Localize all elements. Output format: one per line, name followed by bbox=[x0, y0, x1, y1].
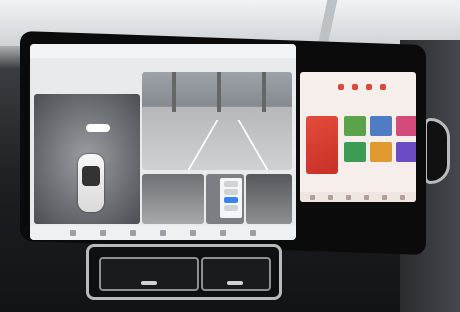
radio-icon[interactable] bbox=[366, 84, 372, 90]
right-header bbox=[308, 84, 408, 94]
right-dock bbox=[300, 192, 416, 202]
car-icon[interactable] bbox=[400, 195, 405, 200]
home-icon[interactable] bbox=[70, 230, 76, 236]
nav-icon[interactable] bbox=[190, 230, 196, 236]
car-top-view bbox=[78, 154, 104, 212]
front-camera-view[interactable] bbox=[142, 72, 292, 170]
center-air-vent bbox=[86, 244, 282, 300]
left-display[interactable] bbox=[30, 44, 296, 240]
phone-icon[interactable] bbox=[130, 230, 136, 236]
media-card[interactable] bbox=[396, 116, 416, 136]
status-bar bbox=[30, 44, 296, 58]
phone-icon[interactable] bbox=[364, 195, 369, 200]
vent-slot-right bbox=[201, 257, 271, 291]
home-icon[interactable] bbox=[310, 195, 315, 200]
media-icon[interactable] bbox=[352, 84, 358, 90]
side-air-vent bbox=[424, 118, 450, 184]
media-card[interactable] bbox=[344, 116, 366, 136]
guide-line-right bbox=[237, 120, 269, 170]
camera-control-panel bbox=[220, 178, 242, 218]
left-dock bbox=[30, 226, 296, 240]
media-card[interactable] bbox=[370, 142, 392, 162]
home-icon[interactable] bbox=[338, 84, 344, 90]
left-camera-view[interactable] bbox=[142, 174, 204, 224]
camera-option-button[interactable] bbox=[224, 189, 238, 195]
beam bbox=[262, 72, 266, 112]
apps-icon[interactable] bbox=[100, 230, 106, 236]
bluetooth-icon[interactable] bbox=[380, 84, 386, 90]
music-icon[interactable] bbox=[346, 195, 351, 200]
media-card[interactable] bbox=[396, 142, 416, 162]
right-display[interactable] bbox=[300, 72, 416, 202]
right-camera-view[interactable] bbox=[246, 174, 292, 224]
music-icon[interactable] bbox=[160, 230, 166, 236]
guide-line-left bbox=[187, 120, 219, 170]
vent-tab[interactable] bbox=[141, 281, 157, 285]
featured-media-card[interactable] bbox=[306, 116, 338, 174]
camera-option-button[interactable] bbox=[224, 181, 238, 187]
camera-option-button-active[interactable] bbox=[224, 197, 238, 203]
media-card[interactable] bbox=[344, 142, 366, 162]
grid-icon[interactable] bbox=[328, 195, 333, 200]
surround-view-map[interactable] bbox=[34, 94, 140, 224]
surround-badge bbox=[86, 124, 110, 132]
vent-tab[interactable] bbox=[227, 281, 243, 285]
settings-icon[interactable] bbox=[382, 195, 387, 200]
settings-icon[interactable] bbox=[250, 230, 256, 236]
beam bbox=[172, 72, 176, 112]
vent-slot-left bbox=[99, 257, 199, 291]
beam bbox=[217, 72, 221, 112]
media-card[interactable] bbox=[370, 116, 392, 136]
camera-option-button[interactable] bbox=[224, 205, 238, 211]
car-icon[interactable] bbox=[220, 230, 226, 236]
